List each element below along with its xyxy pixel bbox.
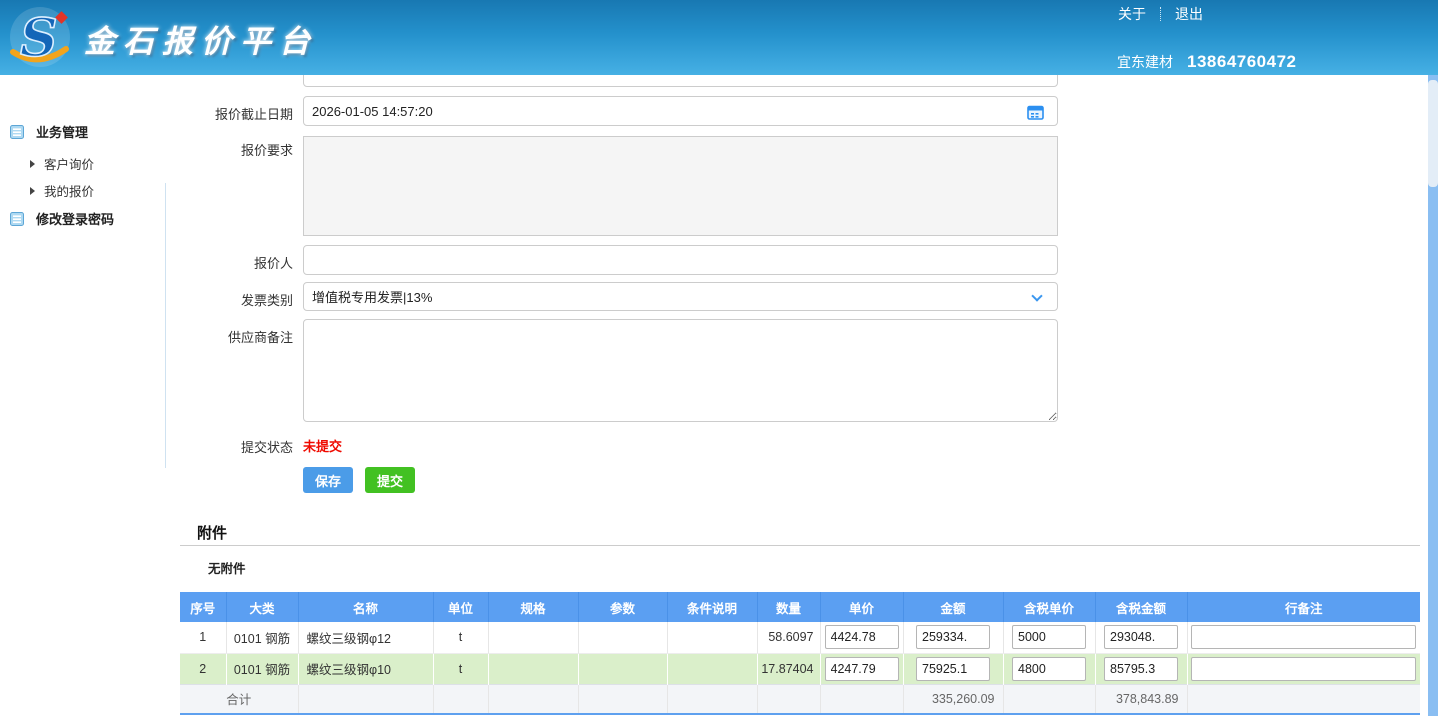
col-amount: 金额 xyxy=(903,592,1003,622)
user-phone: 13864760472 xyxy=(1187,52,1297,72)
triangle-icon xyxy=(30,160,35,168)
about-link[interactable]: 关于 xyxy=(1118,4,1146,24)
cell-param xyxy=(578,622,667,653)
amount-input[interactable] xyxy=(916,625,990,649)
logout-link[interactable]: 退出 xyxy=(1175,4,1203,24)
invoice-type-label: 发票类别 xyxy=(180,290,293,309)
cell-unit: t xyxy=(433,653,488,684)
col-seq: 序号 xyxy=(180,592,226,622)
col-category: 大类 xyxy=(226,592,298,622)
table-total-row: 合计 335,260.09 378,843.89 xyxy=(180,684,1420,714)
cell-seq: 2 xyxy=(180,653,226,684)
sidebar-group-change-password[interactable]: 修改登录密码 xyxy=(10,209,114,228)
cell-category: 0101 钢筋 xyxy=(226,653,298,684)
attachments-title: 附件 xyxy=(197,522,227,543)
cell-seq: 1 xyxy=(180,622,226,653)
sidebar-group-business[interactable]: 业务管理 xyxy=(10,122,88,141)
tax-price-input[interactable] xyxy=(1012,657,1086,681)
user-company: 宜东建材 xyxy=(1117,52,1173,72)
col-row-note: 行备注 xyxy=(1187,592,1420,622)
tax-amount-input[interactable] xyxy=(1104,657,1178,681)
sidebar-item-my-quotes[interactable]: 我的报价 xyxy=(30,181,94,200)
col-name: 名称 xyxy=(298,592,433,622)
total-tax-amount: 378,843.89 xyxy=(1095,684,1187,714)
submit-button[interactable]: 提交 xyxy=(365,467,415,493)
quoter-input[interactable] xyxy=(303,245,1058,275)
top-nav: 关于 退出 xyxy=(1118,4,1203,24)
deadline-value: 2026-01-05 14:57:20 xyxy=(304,104,1057,119)
save-button[interactable]: 保存 xyxy=(303,467,353,493)
attachments-empty-text: 无附件 xyxy=(208,558,246,577)
submit-status-value: 未提交 xyxy=(303,436,342,455)
col-tax-price: 含税单价 xyxy=(1003,592,1095,622)
sidebar-group-label: 业务管理 xyxy=(36,122,88,141)
total-label: 合计 xyxy=(180,684,298,714)
row-note-input[interactable] xyxy=(1191,625,1416,649)
attachments-divider xyxy=(180,545,1420,546)
sidebar-item-label: 我的报价 xyxy=(44,181,94,200)
app-logo-icon: S xyxy=(8,4,74,70)
col-price: 单价 xyxy=(820,592,903,622)
tax-amount-input[interactable] xyxy=(1104,625,1178,649)
list-icon xyxy=(10,125,24,139)
deadline-label: 报价截止日期 xyxy=(180,104,293,123)
cell-qty: 17.87404 xyxy=(757,653,820,684)
table-header-row: 序号 大类 名称 单位 规格 参数 条件说明 数量 单价 金额 含税单价 含税金… xyxy=(180,592,1420,622)
sidebar-group-label: 修改登录密码 xyxy=(36,209,114,228)
cell-name: 螺纹三级钢φ10 xyxy=(298,653,433,684)
col-spec: 规格 xyxy=(488,592,578,622)
cell-unit: t xyxy=(433,622,488,653)
col-unit: 单位 xyxy=(433,592,488,622)
user-info: 宜东建材 13864760472 xyxy=(1117,52,1297,72)
quoter-label: 报价人 xyxy=(180,253,293,272)
quote-items-table: 序号 大类 名称 单位 规格 参数 条件说明 数量 单价 金额 含税单价 含税金… xyxy=(180,592,1420,715)
table-row: 1 0101 钢筋 螺纹三级钢φ12 t 58.6097 xyxy=(180,622,1420,653)
cell-spec xyxy=(488,653,578,684)
amount-input[interactable] xyxy=(916,657,990,681)
supplier-note-textarea[interactable] xyxy=(303,319,1058,422)
cell-name: 螺纹三级钢φ12 xyxy=(298,622,433,653)
price-input[interactable] xyxy=(825,625,899,649)
table-row: 2 0101 钢筋 螺纹三级钢φ10 t 17.87404 xyxy=(180,653,1420,684)
total-amount: 335,260.09 xyxy=(903,684,1003,714)
sidebar-item-label: 客户询价 xyxy=(44,154,94,173)
cell-category: 0101 钢筋 xyxy=(226,622,298,653)
invoice-type-value: 增值税专用发票|13% xyxy=(304,287,1057,306)
deadline-field[interactable]: 2026-01-05 14:57:20 xyxy=(303,96,1058,126)
supplier-note-label: 供应商备注 xyxy=(180,327,293,346)
col-tax-amount: 含税金额 xyxy=(1095,592,1187,622)
row-note-input[interactable] xyxy=(1191,657,1416,681)
invoice-type-select[interactable]: 增值税专用发票|13% xyxy=(303,282,1058,311)
cell-param xyxy=(578,653,667,684)
requirements-label: 报价要求 xyxy=(180,140,293,159)
vertical-scrollbar-thumb[interactable] xyxy=(1428,80,1438,187)
sidebar-item-customer-inquiry[interactable]: 客户询价 xyxy=(30,154,94,173)
cell-qty: 58.6097 xyxy=(757,622,820,653)
col-param: 参数 xyxy=(578,592,667,622)
app-title: 金石报价平台 xyxy=(84,16,318,61)
submit-status-label: 提交状态 xyxy=(180,437,293,456)
cell-condition xyxy=(667,622,757,653)
col-condition: 条件说明 xyxy=(667,592,757,622)
price-input[interactable] xyxy=(825,657,899,681)
cell-condition xyxy=(667,653,757,684)
list-icon xyxy=(10,212,24,226)
col-qty: 数量 xyxy=(757,592,820,622)
requirements-textarea[interactable] xyxy=(303,136,1058,236)
app-header: S 金石报价平台 关于 退出 宜东建材 13864760472 xyxy=(0,0,1438,75)
cell-spec xyxy=(488,622,578,653)
calendar-icon[interactable] xyxy=(1027,104,1044,120)
triangle-icon xyxy=(30,187,35,195)
svg-text:S: S xyxy=(20,8,58,69)
sidebar: 业务管理 客户询价 我的报价 修改登录密码 xyxy=(0,75,166,716)
sidebar-divider xyxy=(165,183,166,468)
tax-price-input[interactable] xyxy=(1012,625,1086,649)
nav-divider xyxy=(1160,7,1161,21)
